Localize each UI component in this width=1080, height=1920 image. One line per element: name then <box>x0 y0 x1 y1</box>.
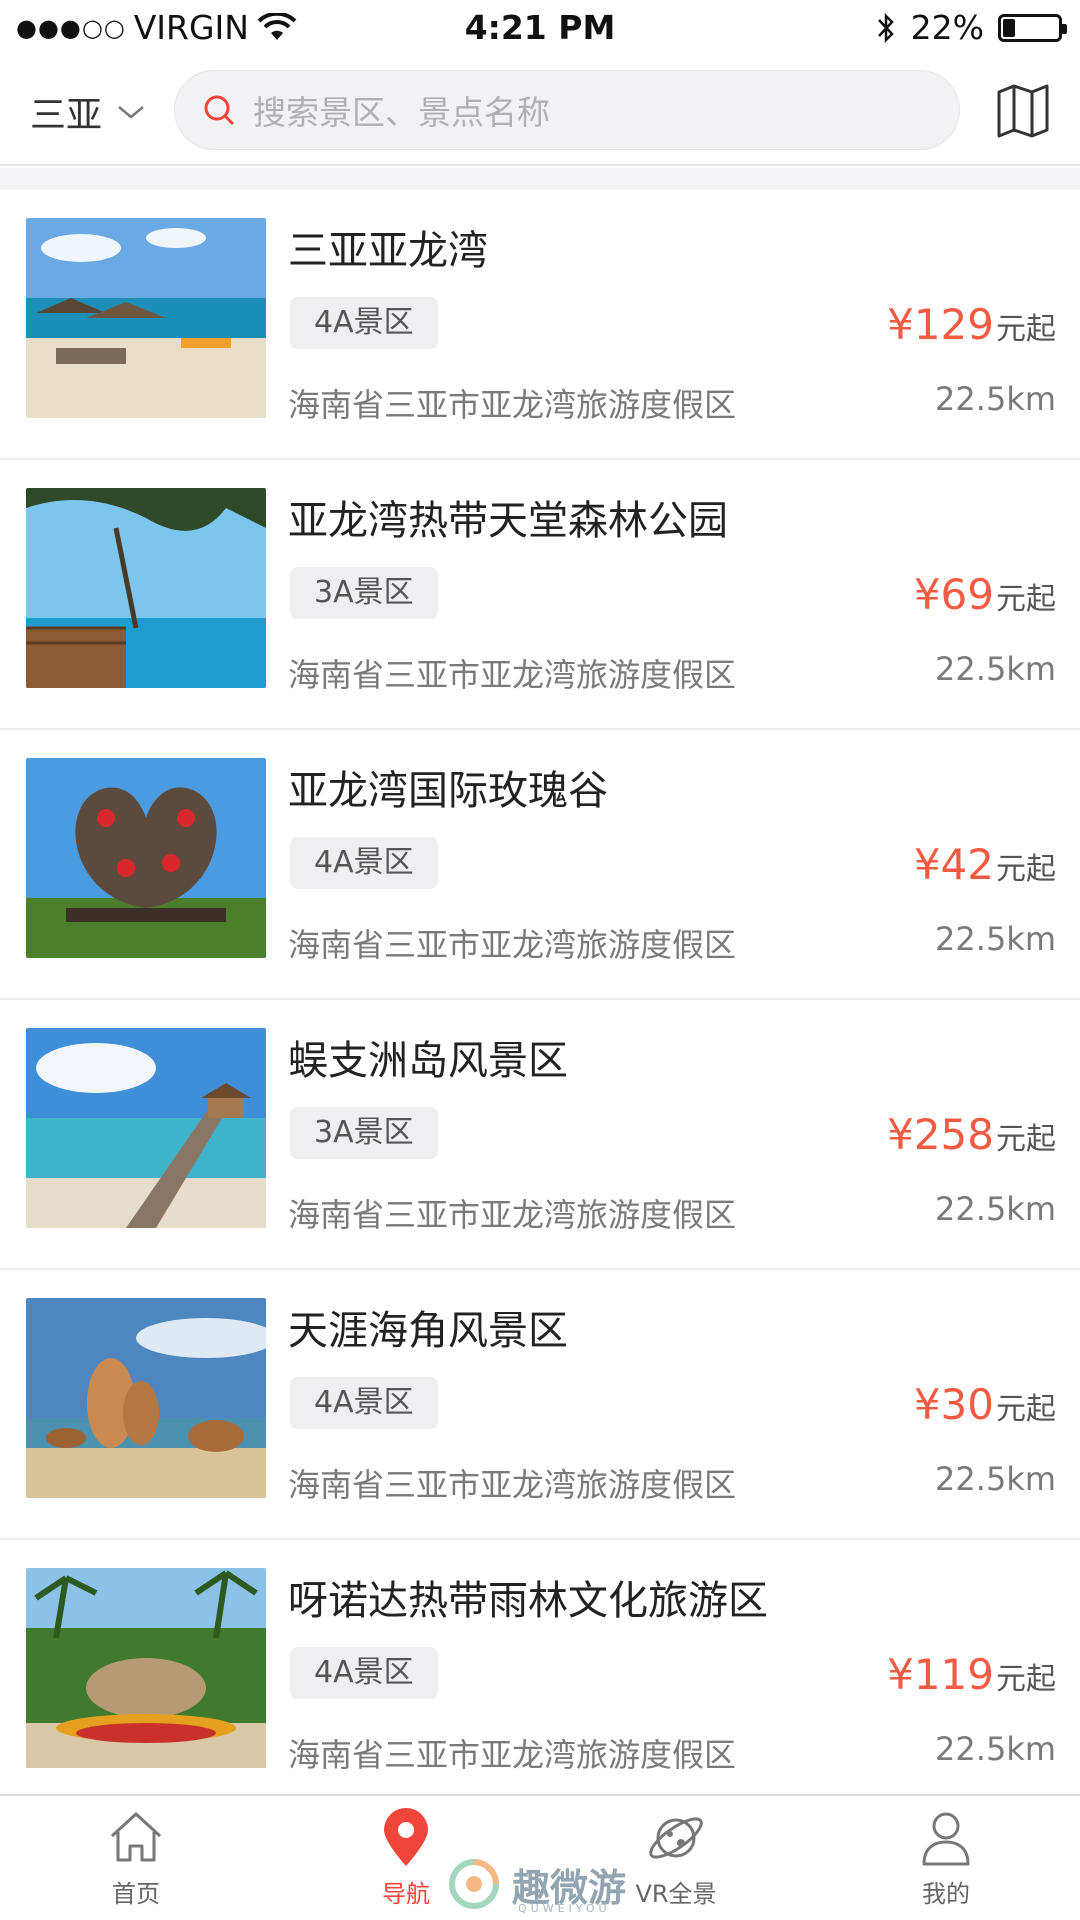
spot-address: 海南省三亚市亚龙湾旅游度假区 <box>288 386 737 424</box>
watermark-logo-icon <box>449 1859 499 1909</box>
price-value: ¥258 <box>887 1110 994 1159</box>
spot-distance: 22.5km <box>935 1730 1056 1768</box>
price: ¥69 元起 <box>914 570 1056 619</box>
spot-name: 三亚亚龙湾 <box>288 228 488 274</box>
spot-name: 亚龙湾国际玫瑰谷 <box>288 768 608 814</box>
status-right: 22% <box>875 8 1067 47</box>
price: ¥119 元起 <box>887 1650 1056 1699</box>
user-icon <box>922 1812 970 1866</box>
rating-badge: 3A景区 <box>290 567 438 619</box>
battery-icon <box>998 13 1067 42</box>
spot-name: 亚龙湾热带天堂森林公园 <box>288 498 728 544</box>
spot-distance: 22.5km <box>935 920 1056 958</box>
status-bar: ●●●○○ VIRGIN 4:21 PM 22% <box>0 0 1080 56</box>
spot-photo <box>26 488 266 688</box>
list-item[interactable]: 蜈支洲岛风景区 3A景区 ¥258 元起 海南省三亚市亚龙湾旅游度假区 22.5… <box>0 1000 1080 1270</box>
price-value: ¥42 <box>913 840 994 889</box>
spot-address: 海南省三亚市亚龙湾旅游度假区 <box>288 926 737 964</box>
search-placeholder: 搜索景区、景点名称 <box>253 93 550 132</box>
price-unit: 元起 <box>996 852 1056 887</box>
spot-photo <box>26 1568 266 1768</box>
spot-address: 海南省三亚市亚龙湾旅游度假区 <box>288 1466 737 1504</box>
spot-name: 蜈支洲岛风景区 <box>288 1038 568 1084</box>
spot-distance: 22.5km <box>935 1460 1056 1498</box>
header: 三亚 搜索景区、景点名称 <box>0 56 1080 166</box>
list-item[interactable]: 呀诺达热带雨林文化旅游区 4A景区 ¥119 元起 海南省三亚市亚龙湾旅游度假区… <box>0 1540 1080 1810</box>
price-value: ¥129 <box>887 300 994 349</box>
spot-list: 三亚亚龙湾 4A景区 ¥129 元起 海南省三亚市亚龙湾旅游度假区 22.5km… <box>0 190 1080 1810</box>
price-value: ¥69 <box>913 570 994 619</box>
home-icon <box>110 1812 162 1862</box>
search-icon <box>204 95 235 126</box>
price-unit: 元起 <box>996 312 1056 347</box>
tab-mine[interactable]: 我的 <box>876 1806 1016 1909</box>
spot-photo <box>26 1028 266 1228</box>
map-icon[interactable] <box>996 82 1050 138</box>
tab-label: 我的 <box>922 1880 970 1908</box>
location-pin-icon <box>384 1808 428 1866</box>
tab-vr[interactable]: VR全景 <box>606 1806 746 1909</box>
city-label: 三亚 <box>30 95 103 136</box>
price-value: ¥30 <box>913 1380 994 1429</box>
rating-badge: 4A景区 <box>290 837 438 889</box>
price-unit: 元起 <box>996 1662 1056 1697</box>
rating-badge: 4A景区 <box>290 297 438 349</box>
list-item[interactable]: 天涯海角风景区 4A景区 ¥30 元起 海南省三亚市亚龙湾旅游度假区 22.5k… <box>0 1270 1080 1540</box>
battery-percent: 22% <box>910 8 984 47</box>
price-unit: 元起 <box>996 1392 1056 1427</box>
rating-badge: 4A景区 <box>290 1647 438 1699</box>
price: ¥42 元起 <box>914 840 1056 889</box>
tab-label: VR全景 <box>635 1880 717 1908</box>
chevron-down-icon <box>118 106 144 119</box>
watermark: 趣微游 QUWEIYOU <box>446 1856 626 1915</box>
bluetooth-icon <box>877 12 894 43</box>
spot-address: 海南省三亚市亚龙湾旅游度假区 <box>288 656 737 694</box>
battery-fill <box>1003 18 1015 37</box>
search-input[interactable]: 搜索景区、景点名称 <box>174 70 960 150</box>
price-value: ¥119 <box>887 1650 994 1699</box>
tab-home[interactable]: 首页 <box>66 1806 206 1909</box>
spot-address: 海南省三亚市亚龙湾旅游度假区 <box>288 1196 737 1234</box>
price-unit: 元起 <box>996 1122 1056 1157</box>
spot-address: 海南省三亚市亚龙湾旅游度假区 <box>288 1736 737 1774</box>
list-top-spacer <box>0 168 1080 190</box>
price: ¥258 元起 <box>887 1110 1056 1159</box>
watermark-sub: QUWEIYOU <box>518 1902 611 1915</box>
rating-badge: 4A景区 <box>290 1377 438 1429</box>
list-item[interactable]: 亚龙湾热带天堂森林公园 3A景区 ¥69 元起 海南省三亚市亚龙湾旅游度假区 2… <box>0 460 1080 730</box>
spot-name: 天涯海角风景区 <box>288 1308 568 1354</box>
list-item[interactable]: 亚龙湾国际玫瑰谷 4A景区 ¥42 元起 海南省三亚市亚龙湾旅游度假区 22.5… <box>0 730 1080 1000</box>
spot-distance: 22.5km <box>935 380 1056 418</box>
list-item[interactable]: 三亚亚龙湾 4A景区 ¥129 元起 海南省三亚市亚龙湾旅游度假区 22.5km <box>0 190 1080 460</box>
price: ¥129 元起 <box>887 300 1056 349</box>
spot-distance: 22.5km <box>935 1190 1056 1228</box>
tab-label: 首页 <box>112 1880 160 1908</box>
spot-photo <box>26 758 266 958</box>
price-unit: 元起 <box>996 582 1056 617</box>
spot-name: 呀诺达热带雨林文化旅游区 <box>288 1578 768 1624</box>
city-selector[interactable]: 三亚 <box>30 86 146 138</box>
planet-icon <box>649 1817 703 1859</box>
spot-photo <box>26 1298 266 1498</box>
rating-badge: 3A景区 <box>290 1107 438 1159</box>
spot-photo <box>26 218 266 418</box>
spot-distance: 22.5km <box>935 650 1056 688</box>
price: ¥30 元起 <box>914 1380 1056 1429</box>
